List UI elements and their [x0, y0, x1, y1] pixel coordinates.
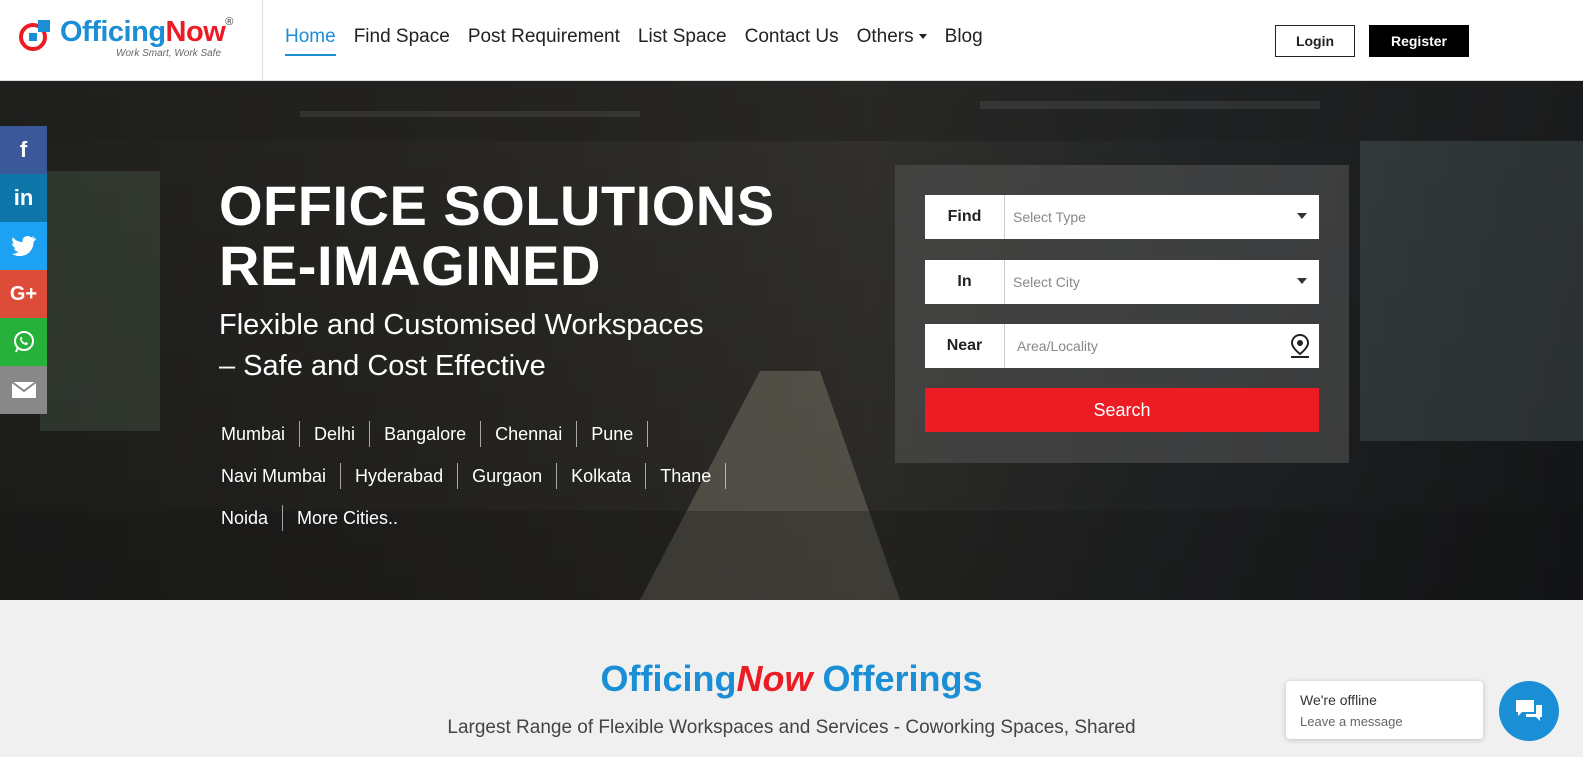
city-row: Mumbai Delhi Bangalore Chennai Pune [219, 413, 799, 455]
city-link-hyderabad[interactable]: Hyderabad [341, 463, 459, 489]
nav-find-space[interactable]: Find Space [354, 26, 450, 56]
in-row: In Select City [925, 260, 1319, 304]
logo-text: OfficingNow® [60, 16, 233, 48]
more-cities-link[interactable]: More Cities.. [283, 505, 412, 531]
city-link-mumbai[interactable]: Mumbai [219, 421, 301, 447]
chat-prompt: Leave a message [1300, 714, 1403, 729]
offerings-description: Largest Range of Flexible Workspaces and… [447, 717, 1136, 738]
near-row: Near Area/Locality [925, 324, 1319, 368]
chat-status: We're offline [1300, 692, 1377, 708]
google-plus-icon: G+ [9, 282, 38, 305]
locality-input[interactable]: Area/Locality [1005, 324, 1319, 368]
chevron-down-icon [918, 34, 927, 40]
facebook-icon: f [19, 137, 28, 162]
city-select-placeholder: Select City [1013, 274, 1080, 290]
city-select[interactable]: Select City [1005, 260, 1319, 304]
city-row: Navi Mumbai Hyderabad Gurgaon Kolkata Th… [219, 455, 799, 497]
logo[interactable]: OfficingNow® Work Smart, Work Safe [18, 14, 248, 64]
chat-launcher-button[interactable] [1499, 681, 1559, 741]
logo-icon [19, 20, 50, 51]
chat-icon [1516, 700, 1542, 721]
social-share-bar: f in G+ [0, 126, 47, 414]
chevron-down-icon [1297, 213, 1307, 219]
city-row: Noida More Cities.. [219, 497, 799, 539]
email-share-button[interactable] [0, 366, 47, 414]
hero-title: OFFICE SOLUTIONS RE-IMAGINED [219, 176, 775, 296]
city-link-thane[interactable]: Thane [646, 463, 727, 489]
nav-contact-us[interactable]: Contact Us [745, 26, 839, 56]
main-nav: Home Find Space Post Requirement List Sp… [285, 26, 1001, 56]
city-links: Mumbai Delhi Bangalore Chennai Pune Navi… [219, 413, 799, 539]
twitter-share-button[interactable] [0, 222, 47, 270]
city-link-chennai[interactable]: Chennai [481, 421, 578, 447]
city-link-navi-mumbai[interactable]: Navi Mumbai [219, 463, 342, 489]
in-label: In [925, 260, 1005, 304]
locality-input-placeholder: Area/Locality [1017, 338, 1098, 354]
type-select[interactable]: Select Type [1005, 195, 1319, 239]
linkedin-share-button[interactable]: in [0, 174, 47, 222]
nav-others-dropdown[interactable]: Others [857, 26, 927, 56]
location-pin-icon[interactable] [1289, 333, 1311, 359]
search-button[interactable]: Search [925, 388, 1319, 432]
hero-section: OFFICE SOLUTIONS RE-IMAGINED Flexible an… [0, 81, 1583, 600]
city-link-gurgaon[interactable]: Gurgaon [458, 463, 558, 489]
logo-tagline: Work Smart, Work Safe [116, 48, 222, 59]
whatsapp-icon [13, 331, 34, 353]
find-row: Find Select Type [925, 195, 1319, 239]
city-link-kolkata[interactable]: Kolkata [557, 463, 647, 489]
city-link-bangalore[interactable]: Bangalore [370, 421, 482, 447]
hero-title-line2: RE-IMAGINED [219, 234, 601, 297]
email-icon [10, 381, 37, 398]
linkedin-icon: in [13, 185, 34, 210]
nav-list-space[interactable]: List Space [638, 26, 727, 56]
nav-blog[interactable]: Blog [945, 26, 983, 56]
login-button[interactable]: Login [1275, 25, 1355, 57]
whatsapp-share-button[interactable] [0, 318, 47, 366]
city-link-pune[interactable]: Pune [577, 421, 649, 447]
find-label: Find [925, 195, 1005, 239]
google-plus-share-button[interactable]: G+ [0, 270, 47, 318]
search-panel: Find Select Type In Select City Near Are… [895, 165, 1349, 463]
site-header: OfficingNow® Work Smart, Work Safe Home … [0, 0, 1583, 81]
near-label: Near [925, 324, 1005, 368]
hero-subtitle: Flexible and Customised Workspaces – Saf… [219, 305, 779, 387]
hero-subtitle-line1: Flexible and Customised Workspaces [219, 309, 704, 341]
type-select-placeholder: Select Type [1013, 209, 1086, 225]
city-link-noida[interactable]: Noida [219, 505, 284, 531]
chat-offline-bubble[interactable]: We're offline Leave a message [1286, 681, 1483, 739]
city-link-delhi[interactable]: Delhi [300, 421, 371, 447]
hero-subtitle-line2: – Safe and Cost Effective [219, 350, 546, 382]
nav-home[interactable]: Home [285, 26, 336, 56]
nav-others-label: Others [856, 26, 914, 47]
chevron-down-icon [1297, 278, 1307, 284]
header-divider [262, 0, 263, 81]
register-button[interactable]: Register [1369, 25, 1469, 57]
nav-post-requirement[interactable]: Post Requirement [468, 26, 620, 56]
twitter-icon [11, 236, 36, 256]
facebook-share-button[interactable]: f [0, 126, 47, 174]
hero-title-line1: OFFICE SOLUTIONS [219, 174, 775, 237]
